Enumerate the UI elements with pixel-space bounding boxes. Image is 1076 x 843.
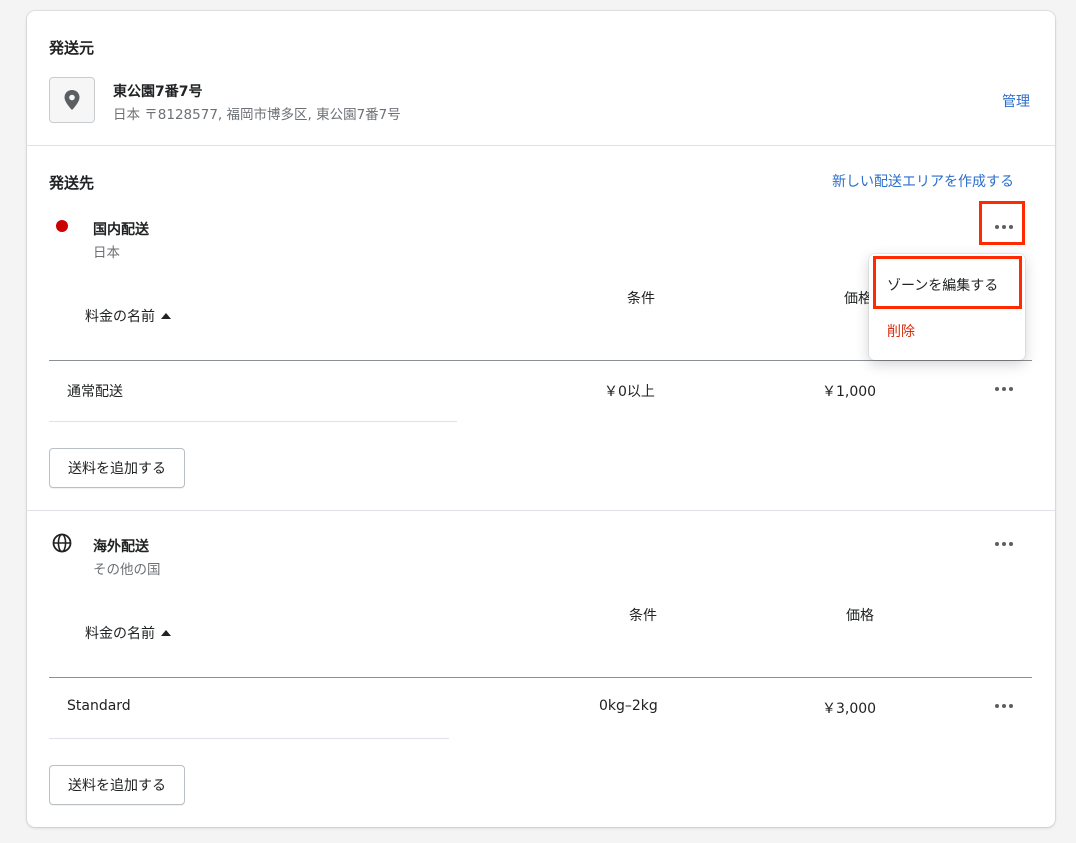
- location-icon-box: [49, 77, 95, 123]
- zone-divider: [27, 510, 1055, 511]
- zone-menu-button[interactable]: [990, 534, 1018, 554]
- rate-condition: ￥0以上: [604, 384, 655, 400]
- create-zone-link[interactable]: 新しい配送エリアを作成する: [832, 171, 1014, 191]
- origin-location-name: 東公園7番7号: [113, 84, 203, 100]
- ellipsis-icon: [995, 704, 1013, 708]
- destination-heading: 発送先: [49, 174, 95, 192]
- ellipsis-icon: [995, 542, 1013, 546]
- ellipsis-icon: [995, 387, 1013, 391]
- row-divider: [49, 421, 457, 422]
- origin-address: 日本 〒8128577, 福岡市博多区, 東公園7番7号: [113, 107, 401, 123]
- caret-up-icon: [161, 630, 171, 636]
- row-divider: [49, 738, 449, 739]
- globe-icon: [52, 533, 72, 553]
- rate-price: ￥3,000: [822, 701, 877, 717]
- map-pin-icon: [64, 90, 80, 110]
- rate-menu-button[interactable]: [990, 696, 1018, 716]
- manage-link[interactable]: 管理: [1002, 91, 1030, 111]
- column-header-condition: 条件: [627, 291, 655, 307]
- column-header-rate-name[interactable]: 料金の名前: [85, 623, 171, 643]
- column-header-label: 料金の名前: [85, 626, 155, 642]
- shipping-card: 発送元 東公園7番7号 日本 〒8128577, 福岡市博多区, 東公園7番7号…: [27, 11, 1055, 827]
- column-header-rate-name[interactable]: 料金の名前: [85, 306, 171, 326]
- zone-subtitle: その他の国: [93, 562, 161, 578]
- origin-heading: 発送元: [49, 39, 95, 57]
- column-header-price: 価格: [846, 608, 874, 624]
- red-dot-icon: [56, 220, 68, 232]
- rate-name: Standard: [67, 698, 131, 714]
- zone-subtitle: 日本: [93, 245, 120, 261]
- table-header-rule: [49, 677, 1032, 678]
- delete-zone-menu-item[interactable]: 削除: [887, 321, 915, 341]
- add-rate-button[interactable]: 送料を追加する: [49, 765, 185, 805]
- highlight-box-menu-button: [979, 201, 1025, 245]
- rate-condition: 0kg–2kg: [599, 698, 658, 714]
- column-header-label: 料金の名前: [85, 309, 155, 325]
- column-header-condition: 条件: [629, 608, 657, 624]
- caret-up-icon: [161, 313, 171, 319]
- section-divider: [27, 145, 1055, 146]
- rate-menu-button[interactable]: [990, 379, 1018, 399]
- add-rate-button[interactable]: 送料を追加する: [49, 448, 185, 488]
- highlight-box-edit-zone: [873, 256, 1022, 309]
- rate-name: 通常配送: [67, 384, 123, 400]
- zone-name: 国内配送: [93, 222, 149, 238]
- column-header-price: 価格: [844, 291, 872, 307]
- rate-price: ￥1,000: [822, 384, 877, 400]
- zone-name: 海外配送: [93, 539, 149, 555]
- table-header-rule: [49, 360, 1032, 361]
